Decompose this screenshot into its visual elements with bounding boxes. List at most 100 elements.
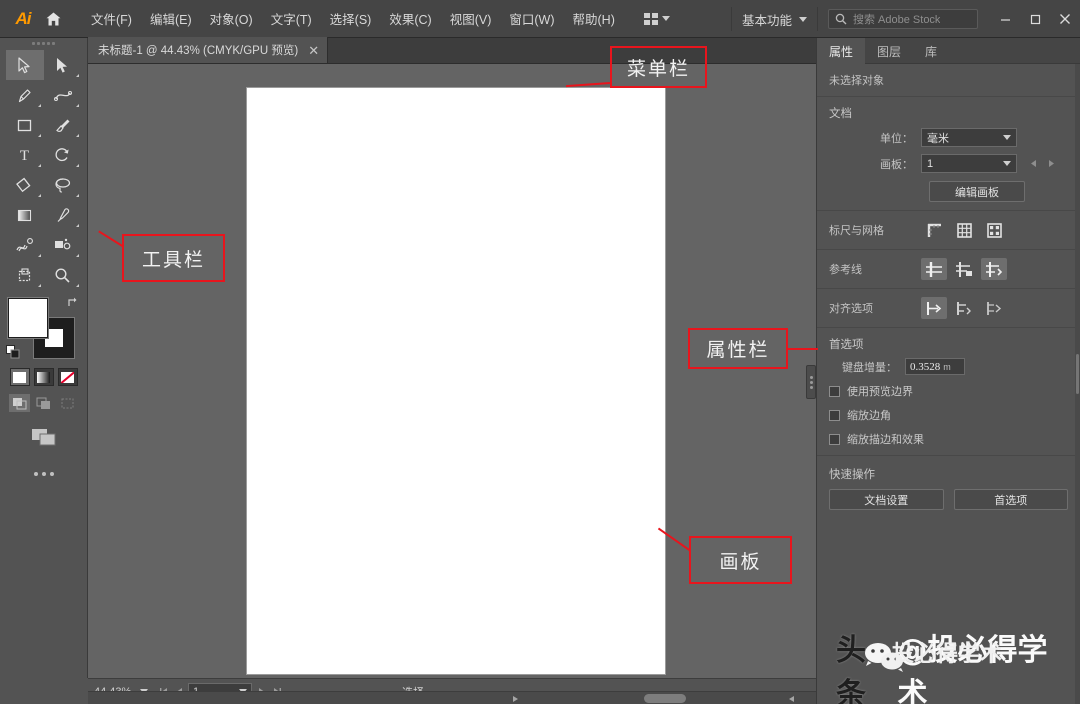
canvas-area[interactable]: [88, 64, 816, 678]
artboard-row: 画板： 1: [829, 154, 1068, 173]
arrange-documents-button[interactable]: [638, 9, 676, 29]
ellipsis-dot: [42, 472, 46, 476]
pen-tool[interactable]: [6, 80, 44, 110]
menu-item-effect[interactable]: 效果(C): [380, 4, 440, 33]
units-select[interactable]: 毫米: [921, 128, 1017, 147]
home-icon[interactable]: [38, 0, 68, 38]
menu-item-file[interactable]: 文件(F): [82, 4, 141, 33]
none-mode[interactable]: [58, 368, 78, 386]
grid-icon[interactable]: [951, 219, 977, 241]
grip-dots-icon: [31, 41, 57, 46]
symbol-sprayer-tool[interactable]: [44, 230, 82, 260]
zoom-tool[interactable]: [44, 260, 82, 290]
previous-artboard-button[interactable]: [1027, 156, 1039, 172]
tool-grid: T: [6, 50, 82, 290]
panel-collapse-grip[interactable]: [806, 365, 816, 399]
tab-properties[interactable]: 属性: [817, 38, 865, 64]
keyboard-increment-value: 0.3528: [910, 361, 940, 373]
snap-to-point-icon[interactable]: [921, 297, 947, 319]
draw-normal-mode[interactable]: [9, 394, 30, 412]
tools-panel-grip[interactable]: [0, 38, 87, 48]
fill-swatch[interactable]: [8, 298, 48, 338]
keyboard-increment-input[interactable]: 0.3528 m: [905, 358, 965, 375]
lasso-tool[interactable]: [44, 170, 82, 200]
selection-state-section: 未选择对象: [817, 64, 1080, 97]
menu-item-window[interactable]: 窗口(W): [500, 4, 563, 33]
draw-inside-mode[interactable]: [57, 394, 78, 412]
artboard-value: 1: [927, 158, 933, 170]
swap-fill-stroke-icon[interactable]: [66, 296, 82, 312]
lock-guides-icon[interactable]: [951, 258, 977, 280]
scale-strokes-effects-row[interactable]: 缩放描边和效果: [829, 431, 1068, 447]
gradient-mode[interactable]: [34, 368, 54, 386]
gradient-tool[interactable]: [6, 200, 44, 230]
scrollbar-thumb[interactable]: [644, 694, 686, 703]
type-tool[interactable]: T: [6, 140, 44, 170]
artboard-select[interactable]: 1: [921, 154, 1017, 173]
close-icon[interactable]: ✕: [308, 44, 319, 57]
window-controls: [990, 0, 1080, 38]
illustrator-window: Ai 文件(F) 编辑(E) 对象(O) 文字(T) 选择(S) 效果(C) 视…: [0, 0, 1080, 716]
rectangle-tool[interactable]: [6, 110, 44, 140]
status-bar: 44.43% 1 选择: [88, 678, 816, 704]
draw-mode-row: [0, 394, 87, 412]
use-preview-bounds-row[interactable]: 使用预览边界: [829, 383, 1068, 399]
quick-actions-buttons: 文档设置 首选项: [829, 489, 1068, 510]
direct-selection-tool[interactable]: [44, 50, 82, 80]
eyedropper-tool[interactable]: [44, 200, 82, 230]
menu-item-object[interactable]: 对象(O): [201, 4, 262, 33]
menu-item-view[interactable]: 视图(V): [441, 4, 501, 33]
tool-flyout-indicator: [76, 164, 79, 167]
color-solid-mode[interactable]: [10, 368, 30, 386]
scrollbar-thumb[interactable]: [1076, 354, 1079, 394]
document-section: 文档 单位： 毫米 画板： 1: [817, 97, 1080, 211]
edit-toolbar-button[interactable]: [6, 464, 82, 484]
menu-item-edit[interactable]: 编辑(E): [141, 4, 201, 33]
preferences-button[interactable]: 首选项: [954, 489, 1069, 510]
curvature-tool[interactable]: [44, 80, 82, 110]
rulers-grids-section: 标尺与网格: [817, 211, 1080, 250]
transparency-grid-icon[interactable]: [981, 219, 1007, 241]
panel-scrollbar[interactable]: [1075, 64, 1080, 716]
minimize-button[interactable]: [990, 0, 1020, 38]
document-tab[interactable]: 未标题-1 @ 44.43% (CMYK/GPU 预览) ✕: [88, 37, 328, 63]
menu-item-select[interactable]: 选择(S): [321, 4, 381, 33]
scale-corners-checkbox[interactable]: [829, 410, 840, 421]
use-preview-bounds-checkbox[interactable]: [829, 386, 840, 397]
none-color-icon: [61, 372, 74, 383]
close-button[interactable]: [1050, 0, 1080, 38]
selection-tool[interactable]: [6, 50, 44, 80]
draw-behind-mode[interactable]: [33, 394, 54, 412]
edit-artboards-button[interactable]: 编辑画板: [929, 181, 1025, 202]
tab-libraries[interactable]: 库: [913, 38, 949, 64]
screen-mode-button[interactable]: [25, 424, 63, 450]
scale-corners-row[interactable]: 缩放边角: [829, 407, 1068, 423]
rotate-tool[interactable]: [44, 140, 82, 170]
scale-strokes-effects-checkbox[interactable]: [829, 434, 840, 445]
default-fill-stroke-icon[interactable]: [6, 345, 21, 360]
workspace-switcher[interactable]: 基本功能: [731, 7, 818, 31]
paintbrush-tool[interactable]: [44, 110, 82, 140]
rulers-icon[interactable]: [921, 219, 947, 241]
maximize-button[interactable]: [1020, 0, 1050, 38]
shape-builder-tool[interactable]: [6, 170, 44, 200]
artboard-tool[interactable]: [6, 260, 44, 290]
arrange-documents-icon: [644, 13, 658, 25]
ai-logo: Ai: [8, 0, 38, 38]
blend-tool[interactable]: [6, 230, 44, 260]
smart-guides-icon[interactable]: [981, 258, 1007, 280]
canvas-horizontal-scrollbar[interactable]: [88, 691, 816, 704]
chevron-down-icon: [662, 16, 670, 21]
snap-to-grid-icon[interactable]: [951, 297, 977, 319]
next-artboard-button[interactable]: [1045, 156, 1057, 172]
menu-item-help[interactable]: 帮助(H): [564, 4, 624, 33]
search-input[interactable]: 搜索 Adobe Stock: [828, 9, 978, 29]
document-setup-button[interactable]: 文档设置: [829, 489, 944, 510]
show-guides-icon[interactable]: [921, 258, 947, 280]
screen-mode-icon: [31, 427, 57, 447]
tools-panel: T: [0, 38, 88, 678]
tab-layers[interactable]: 图层: [865, 38, 913, 64]
menu-item-type[interactable]: 文字(T): [262, 4, 321, 33]
snap-to-pixel-icon[interactable]: [981, 297, 1007, 319]
artboard[interactable]: [247, 88, 665, 674]
